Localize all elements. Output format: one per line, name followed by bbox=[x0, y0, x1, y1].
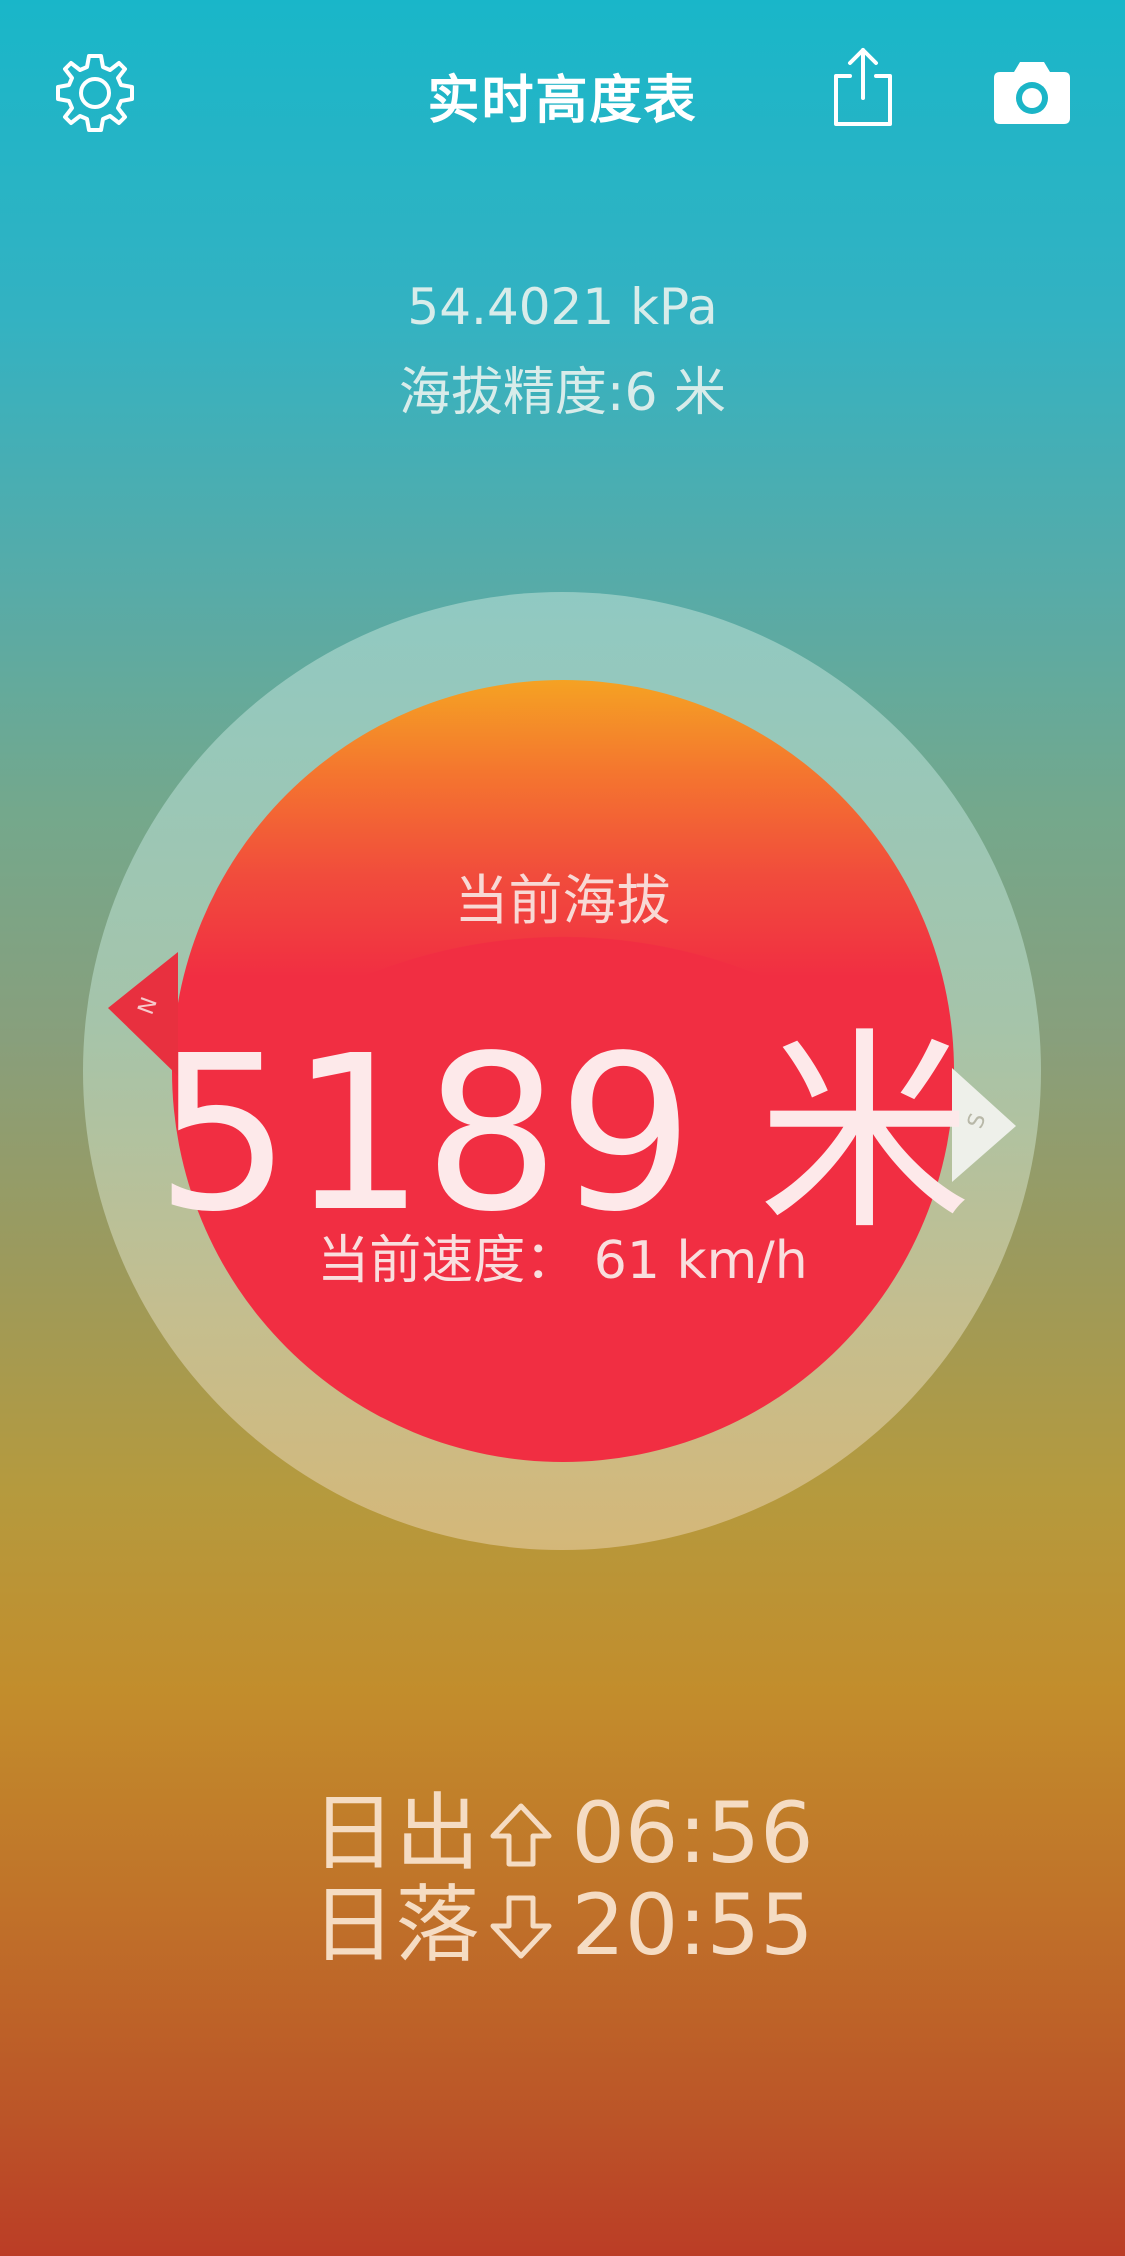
sunset-row: 日落 20:55 bbox=[0, 1858, 1125, 1980]
sunset-label: 日落 bbox=[311, 1876, 480, 1974]
share-icon[interactable] bbox=[828, 46, 898, 128]
down-arrow-icon bbox=[489, 1882, 553, 1980]
sunset-time: 20:55 bbox=[571, 1876, 814, 1974]
camera-icon[interactable] bbox=[992, 60, 1072, 126]
pressure-readout: 54.4021 kPa bbox=[407, 278, 718, 336]
altitude-label: 当前海拔 bbox=[454, 869, 671, 932]
altitude-accuracy: 海拔精度:6 米 bbox=[398, 363, 727, 423]
speed-readout: 当前速度： 61 km/h bbox=[317, 1231, 808, 1291]
page-title: 实时高度表 bbox=[427, 71, 698, 131]
